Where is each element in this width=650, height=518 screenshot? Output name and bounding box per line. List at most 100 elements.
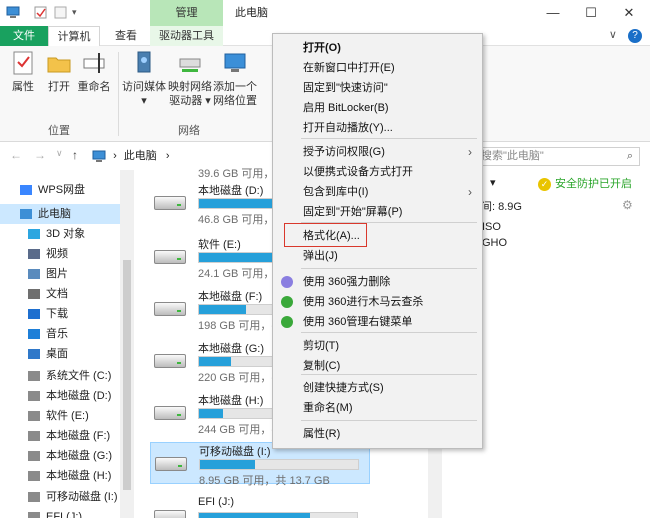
nav-item[interactable]: 系统文件 (C:) [0,366,120,386]
computer-icon [92,150,106,163]
properties-button[interactable]: 属性 [6,50,40,94]
nav-item-label: 本地磁盘 (H:) [46,470,112,482]
drive-info: 198 GB 可用，共 [198,320,283,332]
context-menu-item[interactable]: 以便携式设备方式打开 [273,162,482,182]
manage-context-tab[interactable]: 管理 [150,0,223,26]
tab-file[interactable]: 文件 [0,26,48,46]
forward-button[interactable]: → [34,148,46,162]
nav-item[interactable]: 桌面 [0,344,120,364]
context-menu-item[interactable]: 创建快捷方式(S) [273,378,482,398]
nav-item[interactable]: 音乐 [0,324,120,344]
expand-ribbon-icon[interactable]: ∨ [609,29,617,41]
drive-icon [154,354,186,368]
drive-icon [154,196,186,210]
shield-check-icon: ✓ [538,178,551,191]
help-icon[interactable]: ? [628,29,642,43]
drive-name: 软件 (E:) [198,239,241,251]
back-button[interactable]: ← [10,148,22,162]
map-drive-label-1: 映射网络 [168,81,212,93]
file-gho[interactable]: GHO [482,237,507,249]
context-menu-item[interactable]: 固定到"快速访问" [273,78,482,98]
context-menu-item[interactable]: 弹出(J) [273,246,482,266]
maximize-button[interactable]: ☐ [572,0,610,26]
nav-item-label: 下载 [46,308,68,320]
tab-computer[interactable]: 计算机 [48,26,100,46]
nav-item[interactable]: 可移动磁盘 (I:) [0,487,120,507]
map-network-drive-button[interactable]: 映射网络 驱动器 ▾ [168,50,212,108]
context-menu-label: 重命名(M) [303,402,353,414]
context-menu-item[interactable]: 剪切(T) [273,336,482,356]
search-placeholder: 搜索"此电脑" [481,150,544,162]
new-folder-icon[interactable] [54,6,68,19]
network-location-icon [222,50,248,76]
dropdown-icon[interactable]: ▾ [490,176,496,189]
nav-scrollbar-thumb[interactable] [123,260,131,490]
nav-pane-scrollbar[interactable] [120,170,134,518]
security-status[interactable]: ✓ 安全防护已开启 [538,175,632,191]
nav-item[interactable]: 图片 [0,264,120,284]
desktop-icon [28,349,40,360]
computer-icon [6,6,20,19]
search-input[interactable]: 搜索"此电脑" ⌕ [480,147,640,166]
context-menu-item[interactable]: 属性(R) [273,424,482,444]
context-menu-item[interactable]: 授予访问权限(G) › [273,142,482,162]
drive-info: 244 GB 可用，共 [198,424,283,436]
nav-item[interactable]: 本地磁盘 (G:) [0,446,120,466]
shield-360-icon [281,296,293,308]
nav-item[interactable]: 此电脑 [0,204,120,224]
nav-item-label: 本地磁盘 (F:) [46,430,111,442]
settings-gear-icon[interactable]: ⚙ [622,198,633,212]
nav-item[interactable]: 视频 [0,244,120,264]
breadcrumb-item[interactable]: 此电脑 [124,150,157,162]
drive-tile[interactable]: EFI (J:) [150,496,370,518]
context-menu-item[interactable]: 启用 BitLocker(B) [273,98,482,118]
drive-name: 本地磁盘 (G:) [198,343,264,355]
recent-dropdown-button[interactable]: ∨ [56,148,63,159]
context-menu-item[interactable]: 包含到库中(I) › [273,182,482,202]
menu-separator [301,268,477,269]
network-drive-icon [177,50,203,76]
context-menu-item[interactable]: 打开(O) [273,38,482,58]
nav-item[interactable]: 本地磁盘 (H:) [0,466,120,486]
access-media-button[interactable]: 访问媒体 ▾ [122,50,166,108]
nav-item[interactable]: EFI (J:) [0,507,120,518]
add-network-location-button[interactable]: 添加一个 网络位置 [212,50,258,108]
up-button[interactable]: ↑ [72,148,78,162]
tab-view[interactable]: 查看 [108,26,144,46]
minimize-button[interactable]: — [534,0,572,26]
drive-usage-bar [199,459,359,470]
context-menu-label: 复制(C) [303,360,341,372]
context-menu-item[interactable]: 复制(C) [273,356,482,376]
context-menu-item[interactable]: 在新窗口中打开(E) [273,58,482,78]
nav-item[interactable]: 软件 (E:) [0,406,120,426]
navigation-pane: WPS网盘 此电脑 3D 对象 视频 图片 文档 下载 音乐 桌面 系统文件 (C:) 本地磁盘 (… [0,170,135,518]
context-menu-item[interactable]: 重命名(M) [273,398,482,418]
quick-access-dropdown-icon[interactable]: ▾ [72,6,86,19]
context-menu-item[interactable]: 使用 360强力删除 [273,272,482,292]
nav-item[interactable]: 下载 [0,304,120,324]
context-menu-item[interactable]: 打开自动播放(Y)... [273,118,482,138]
group-separator [118,52,119,136]
context-menu-item[interactable]: 固定到"开始"屏幕(P) [273,202,482,222]
context-menu-item[interactable]: 使用 360进行木马云查杀 [273,292,482,312]
drive-icon [28,391,40,402]
rename-button[interactable]: 重命名 [76,50,112,94]
context-menu-label: 创建快捷方式(S) [303,382,384,394]
context-menu-item[interactable]: 使用 360管理右键菜单 [273,312,482,332]
nav-item[interactable]: 本地磁盘 (F:) [0,426,120,446]
title-bar: ▾ 管理 此电脑 — ☐ ✕ [0,0,650,26]
nav-item[interactable]: 本地磁盘 (D:) [0,386,120,406]
group-label-network: 网络 [178,125,200,137]
close-button[interactable]: ✕ [610,0,648,26]
drive-icon [28,471,40,482]
context-menu-label: 包含到库中(I) [303,186,369,198]
drive-icon [28,431,40,442]
nav-item[interactable]: 3D 对象 [0,224,120,244]
nav-item[interactable]: 文档 [0,284,120,304]
menu-separator [301,420,477,421]
open-button[interactable]: 打开 [44,50,74,94]
file-iso[interactable]: ISO [482,221,501,233]
nav-item[interactable]: WPS网盘 [0,180,120,200]
nav-item-label: 3D 对象 [46,228,86,240]
properties-checkbox-icon[interactable] [34,6,48,19]
